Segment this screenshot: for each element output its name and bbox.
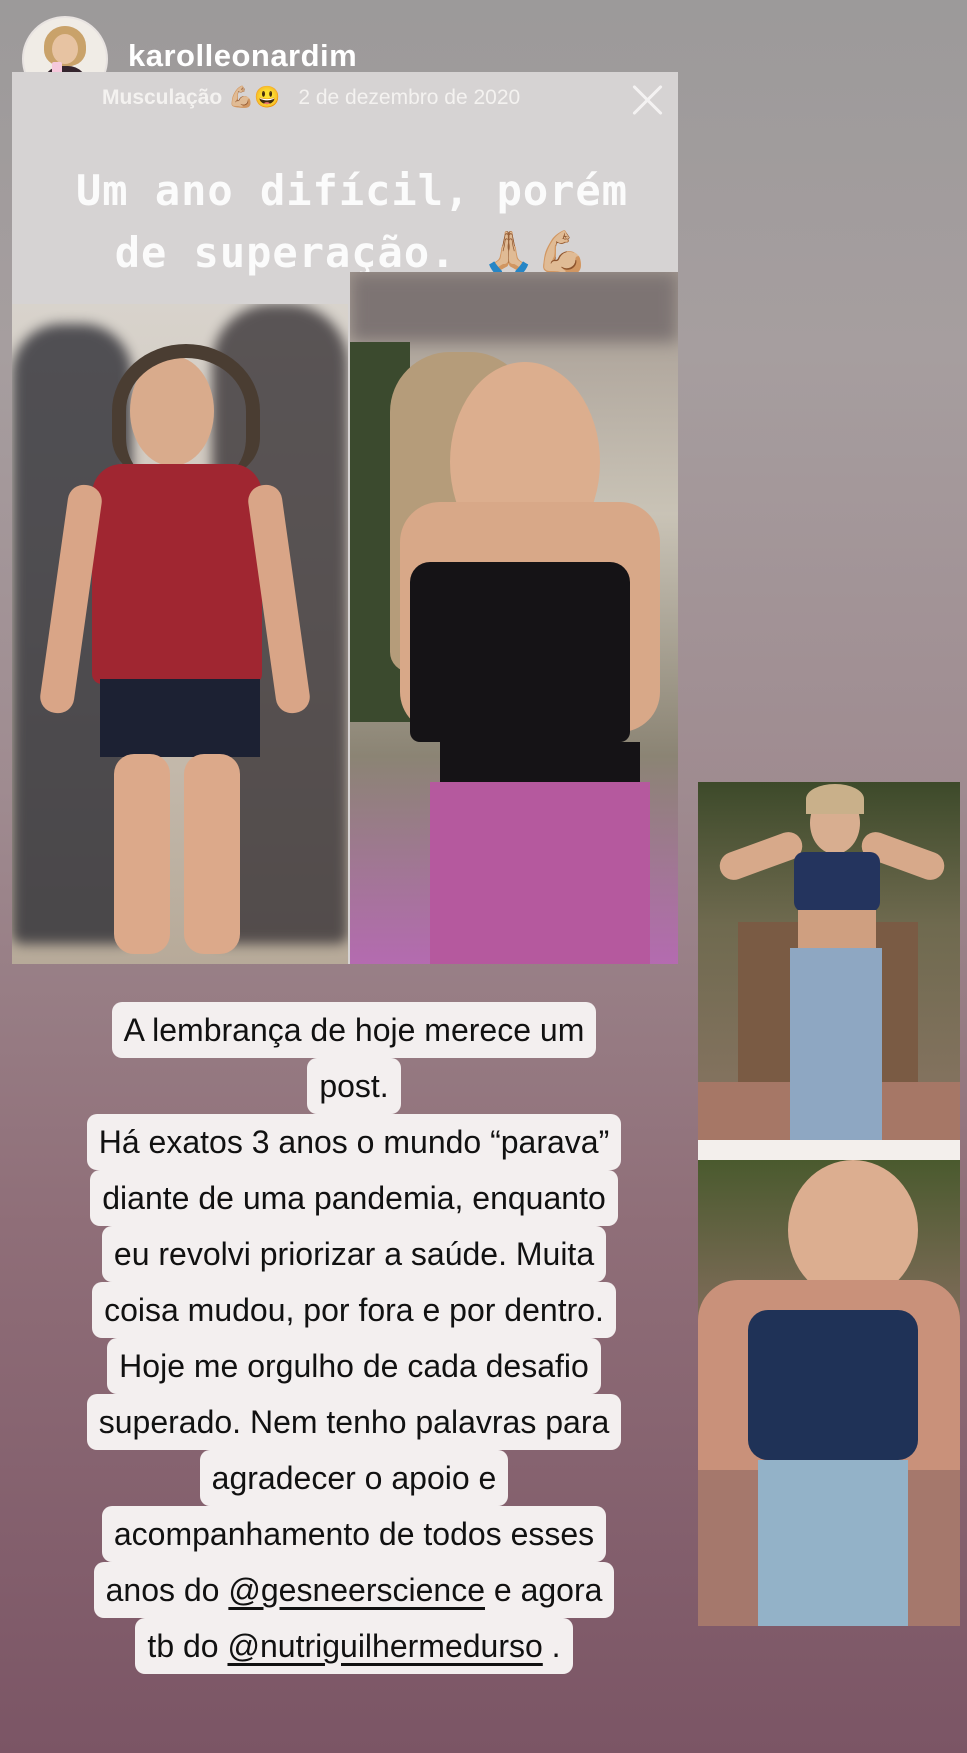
mention-nutriguilhermedurso[interactable]: @nutriguilhermedurso bbox=[227, 1628, 542, 1664]
caption-line: diante de uma pandemia, enquanto bbox=[90, 1170, 618, 1226]
selfie-photo-2 bbox=[698, 1160, 960, 1626]
caption-line: coisa mudou, por fora e por dentro. bbox=[92, 1282, 616, 1338]
caption-line: post. bbox=[307, 1058, 401, 1114]
selfie-photo bbox=[350, 272, 678, 964]
caption-text: tb do bbox=[147, 1628, 228, 1664]
caption-line: Hoje me orgulho de cada desafio bbox=[107, 1338, 601, 1394]
memory-title: Um ano difícil, porém de superação. 🙏🏼💪🏼 bbox=[52, 160, 652, 284]
caption-line: anos do @gesneerscience e agora bbox=[93, 1562, 615, 1618]
caption-text: e agora bbox=[484, 1572, 603, 1608]
photo-divider bbox=[698, 1140, 960, 1160]
avatar-face bbox=[52, 34, 78, 64]
mention-gesneerscience[interactable]: @gesneerscience bbox=[228, 1572, 485, 1608]
caption-line: superado. Nem tenho palavras para bbox=[86, 1394, 622, 1450]
caption: A lembrança de hoje merece um post. Há e… bbox=[84, 1002, 624, 1674]
memory-card: Musculação 💪🏼😃 2 de dezembro de 2020 Um a… bbox=[12, 72, 678, 964]
memory-category: Musculação 💪🏼😃 bbox=[102, 86, 281, 109]
caption-line: Há exatos 3 anos o mundo “parava” bbox=[86, 1114, 622, 1170]
caption-line: eu revolvi priorizar a saúde. Muita bbox=[101, 1226, 607, 1282]
caption-line: agradecer o apoio e bbox=[199, 1450, 509, 1506]
username[interactable]: karolleonardim bbox=[128, 38, 357, 74]
story-view: karolleonardim Musculação 💪🏼😃 2 de dezemb… bbox=[0, 0, 967, 1753]
caption-line: acompanhamento de todos esses bbox=[101, 1506, 607, 1562]
before-photo bbox=[12, 304, 348, 964]
caption-line: tb do @nutriguilhermedurso . bbox=[135, 1618, 573, 1674]
caption-text: anos do bbox=[105, 1572, 229, 1608]
caption-line: A lembrança de hoje merece um bbox=[111, 1002, 597, 1058]
memory-meta: Musculação 💪🏼😃 2 de dezembro de 2020 bbox=[102, 86, 520, 110]
memory-date: 2 de dezembro de 2020 bbox=[298, 86, 521, 109]
close-icon[interactable] bbox=[626, 78, 670, 122]
caption-text: . bbox=[542, 1628, 561, 1664]
memory-title-line-1: Um ano difícil, porém bbox=[75, 166, 628, 215]
flex-photo bbox=[698, 782, 960, 1140]
